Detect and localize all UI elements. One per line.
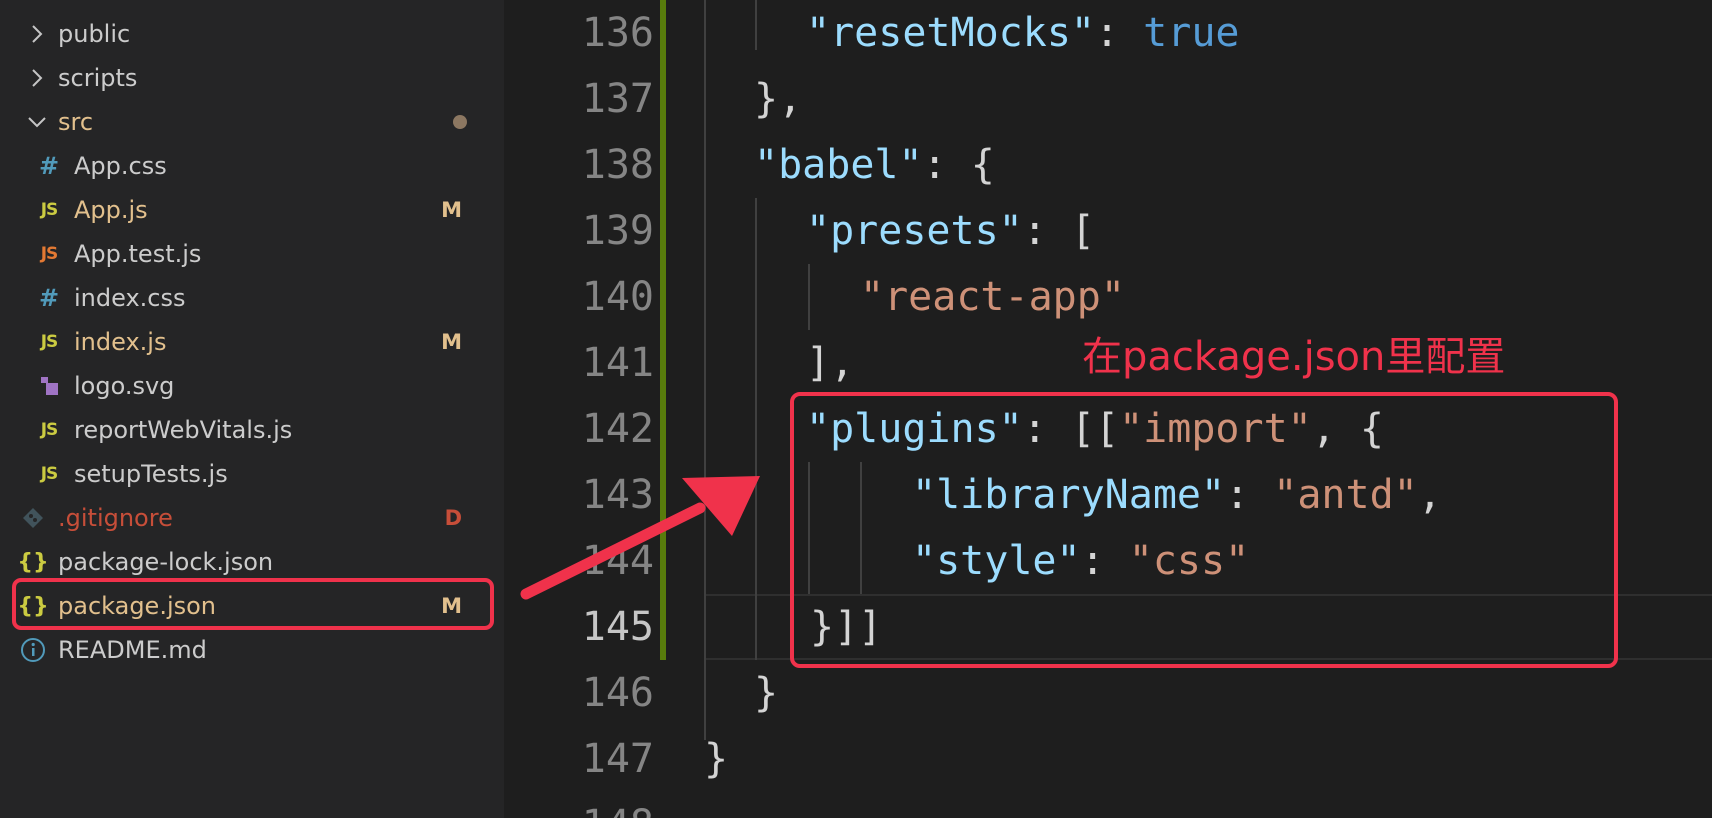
css-icon: # (38, 284, 60, 312)
js-icon: JS (40, 332, 59, 352)
file-logo-svg[interactable]: logo.svg (0, 364, 504, 408)
file-label: reportWebVitals.js (74, 416, 293, 444)
js-icon: JS (40, 420, 59, 440)
indent-guide (755, 0, 757, 50)
file-label: logo.svg (74, 372, 175, 400)
indent-guide (704, 0, 706, 740)
json-icon: {} (17, 549, 49, 575)
info-icon (18, 637, 48, 663)
file-app-test-js[interactable]: JS App.test.js (0, 232, 504, 276)
json-key: "resetMocks" (806, 10, 1095, 56)
code-line-147: } (704, 726, 728, 792)
chevron-right-icon (26, 63, 48, 93)
line-number: 143 (581, 472, 654, 518)
file-index-css[interactable]: # index.css (0, 276, 504, 320)
line-number: 138 (581, 142, 654, 188)
punct: : { (922, 142, 995, 188)
file-label: index.css (74, 284, 186, 312)
line-number: 136 (581, 10, 654, 56)
line-number: 146 (581, 670, 654, 716)
file-app-css[interactable]: # App.css (0, 144, 504, 188)
file-label: package-lock.json (58, 548, 274, 576)
js-test-icon: JS (40, 244, 59, 264)
chevron-right-icon (26, 19, 48, 49)
folder-public[interactable]: public (0, 12, 504, 56)
json-key: "babel" (754, 142, 923, 188)
file-label: App.test.js (74, 240, 202, 268)
line-number-active: 145 (581, 604, 654, 650)
line-number: 148 (504, 802, 654, 818)
git-status-badge: M (441, 330, 462, 354)
file-label: App.css (74, 152, 167, 180)
line-number: 144 (581, 538, 654, 584)
folder-label: scripts (58, 64, 138, 92)
indent-guide (755, 198, 757, 660)
line-number: 147 (581, 736, 654, 782)
git-icon (18, 506, 48, 530)
folder-scripts[interactable]: scripts (0, 56, 504, 100)
code-line-140: "react-app" (860, 264, 1125, 330)
punct: }, (754, 76, 803, 122)
file-readme-md[interactable]: README.md (0, 628, 504, 672)
line-number: 139 (581, 208, 654, 254)
file-label: index.js (74, 328, 167, 356)
modified-dot (453, 115, 467, 129)
folder-label: src (58, 108, 94, 136)
indent-guide (808, 264, 810, 330)
code-line-138: "babel": { (754, 132, 995, 198)
punct: : (1094, 10, 1144, 56)
file-explorer: public scripts src # App.css JS App.js M… (0, 0, 504, 818)
file-label: App.js (74, 196, 148, 224)
git-diff-added-bar (660, 0, 666, 660)
punct: } (754, 670, 779, 716)
plugins-highlight-box (790, 392, 1618, 668)
git-status-badge: M (441, 198, 462, 222)
file-index-js[interactable]: JS index.js M (0, 320, 504, 364)
annotation-label: 在package.json里配置 (1082, 334, 1506, 380)
git-status-badge: D (444, 506, 462, 530)
json-string: "react-app" (860, 274, 1125, 320)
file-setup-tests-js[interactable]: JS setupTests.js (0, 452, 504, 496)
code-editor[interactable]: 136 137 138 139 140 141 142 143 144 145 … (504, 0, 1712, 818)
line-number: 140 (581, 274, 654, 320)
json-key: "presets" (806, 208, 1023, 254)
code-line-141: ], (806, 330, 854, 396)
folder-label: public (58, 20, 131, 48)
punct: ], (806, 340, 855, 386)
css-icon: # (38, 152, 60, 180)
svg-icon (34, 374, 64, 398)
file-report-web-vitals-js[interactable]: JS reportWebVitals.js (0, 408, 504, 452)
punct: : [ (1022, 208, 1095, 254)
file-gitignore[interactable]: .gitignore D (0, 496, 504, 540)
json-boolean: true (1143, 10, 1240, 56)
chevron-down-icon (26, 107, 48, 137)
file-label: .gitignore (58, 504, 173, 532)
folder-src[interactable]: src (0, 100, 504, 144)
file-label: setupTests.js (74, 460, 228, 488)
line-number: 142 (581, 406, 654, 452)
js-icon: JS (40, 464, 59, 484)
line-number: 137 (581, 76, 654, 122)
code-line-136: "resetMocks": true (806, 0, 1239, 66)
code-line-146: } (754, 660, 778, 726)
code-line-139: "presets": [ (806, 198, 1095, 264)
file-label: README.md (58, 636, 207, 664)
punct: } (704, 736, 729, 782)
line-number: 141 (581, 340, 654, 386)
package-json-highlight-box (12, 578, 494, 630)
js-icon: JS (40, 200, 59, 220)
file-app-js[interactable]: JS App.js M (0, 188, 504, 232)
code-line-137: }, (754, 66, 802, 132)
